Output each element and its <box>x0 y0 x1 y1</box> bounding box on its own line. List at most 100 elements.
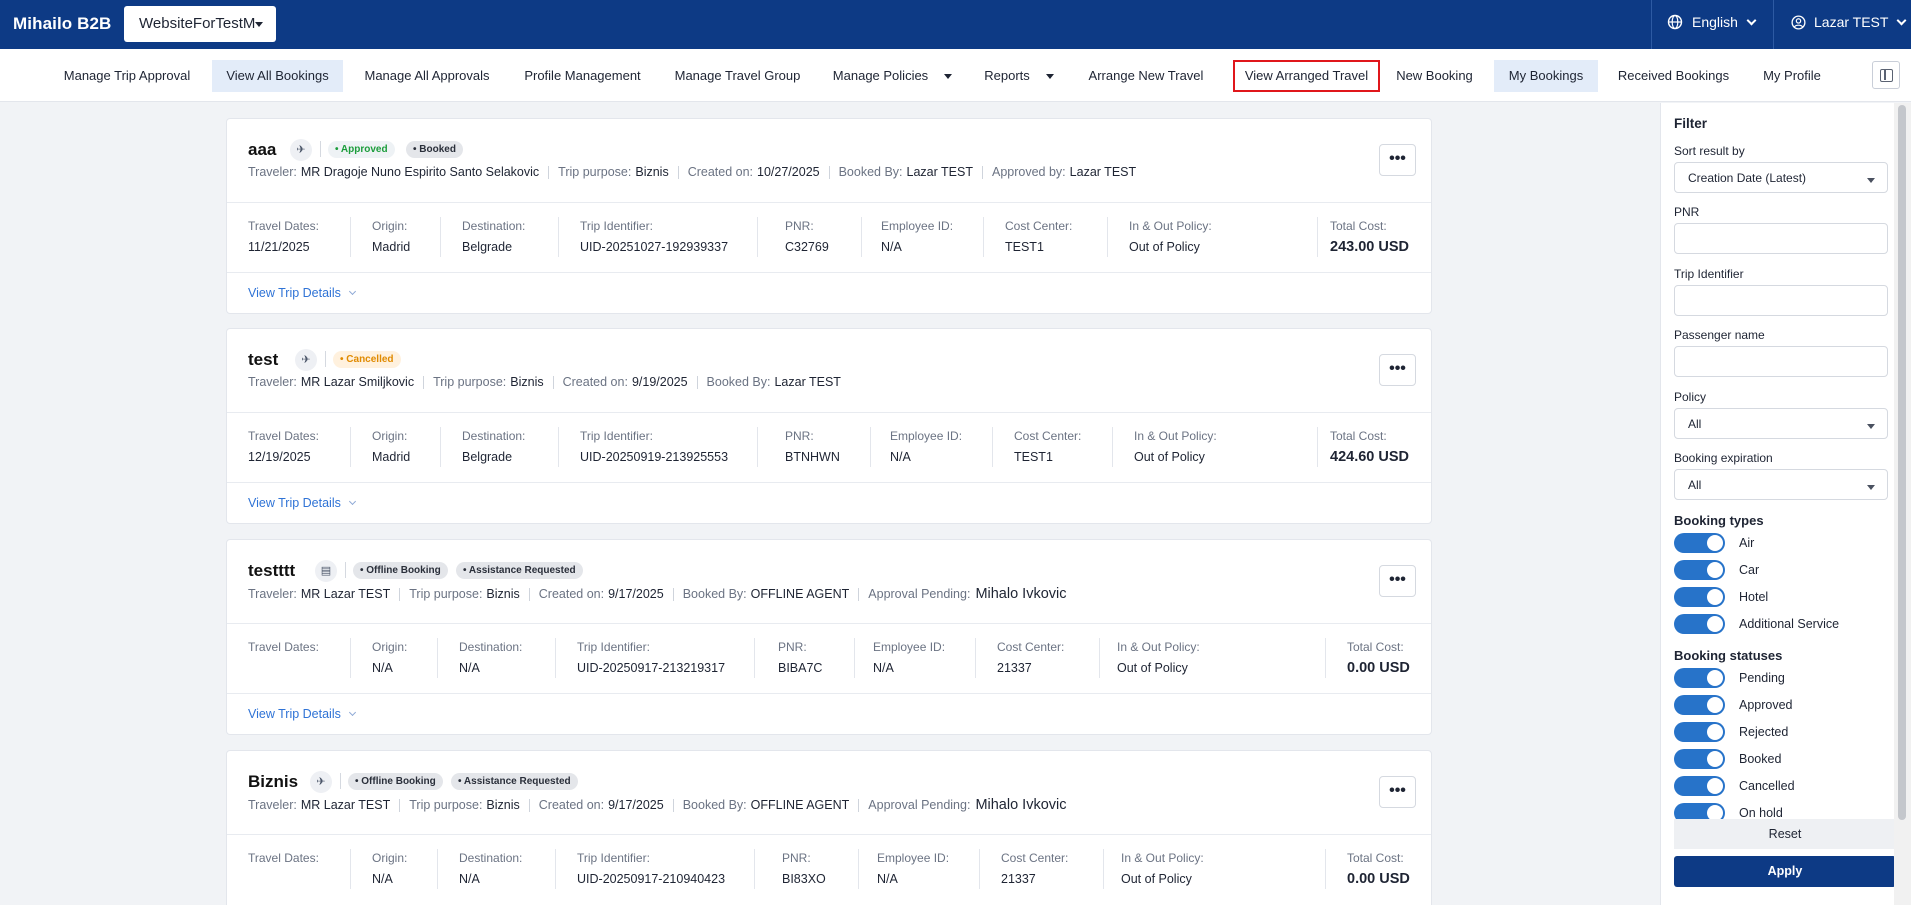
user-menu[interactable]: Lazar TEST <box>1791 14 1907 30</box>
nav-profile-management[interactable]: Profile Management <box>511 60 654 92</box>
user-name: Lazar TEST <box>1814 14 1889 30</box>
nav-view-arranged-travel[interactable]: View Arranged Travel <box>1233 60 1380 92</box>
scrollbar[interactable] <box>1894 103 1911 905</box>
nav-my-bookings[interactable]: My Bookings <box>1494 60 1598 92</box>
employee-id-field: Employee ID: N/A <box>890 429 962 464</box>
booking-title[interactable]: test <box>248 350 278 370</box>
field-value: N/A <box>873 661 894 675</box>
toggle-switch[interactable] <box>1674 776 1725 796</box>
caret-down-icon <box>944 74 953 80</box>
toggle-switch[interactable] <box>1674 560 1725 580</box>
nav-my-profile[interactable]: My Profile <box>1752 60 1832 92</box>
reset-button[interactable]: Reset <box>1674 819 1896 849</box>
more-options-button[interactable]: ••• <box>1379 354 1416 386</box>
sidebar-toggle-button[interactable] <box>1872 61 1900 89</box>
field-value: Out of Policy <box>1134 450 1205 464</box>
toggle-label: Hotel <box>1739 590 1769 604</box>
toggle-label: Booked <box>1739 752 1782 766</box>
view-trip-details-link[interactable]: View Trip Details <box>248 496 356 510</box>
nav-label: New Booking <box>1396 68 1473 83</box>
field-value: UID-20250917-213219317 <box>577 661 726 675</box>
toggle-label: Car <box>1739 563 1760 577</box>
field-value: 12/19/2025 <box>248 450 311 464</box>
brand-logo[interactable]: Mihailo B2B <box>13 14 111 34</box>
booking-card: aaa ✈ • Approved • Booked Traveler: MR Dr… <box>226 118 1432 314</box>
language-selector[interactable]: English <box>1667 14 1757 30</box>
field-value: Belgrade <box>462 240 513 254</box>
policy-select[interactable]: All <box>1674 408 1888 439</box>
toggle-cancelled[interactable]: Cancelled <box>1674 776 1795 796</box>
toggle-hotel[interactable]: Hotel <box>1674 587 1768 607</box>
divider <box>861 217 862 257</box>
nav-view-all-bookings[interactable]: View All Bookings <box>212 60 343 92</box>
toggle-switch[interactable] <box>1674 668 1725 688</box>
booking-expiration-select[interactable]: All <box>1674 469 1888 500</box>
view-trip-details-link[interactable]: View Trip Details <box>248 707 356 721</box>
divider <box>227 412 1431 413</box>
scrollbar-thumb[interactable] <box>1898 105 1906 820</box>
traveler-value: MR Lazar TEST <box>300 587 391 601</box>
nav-reports[interactable]: Reports <box>979 60 1059 92</box>
toggle-booked[interactable]: Booked <box>1674 749 1781 769</box>
booking-title[interactable]: testttt <box>248 561 295 581</box>
field-value: Out of Policy <box>1117 661 1188 675</box>
more-options-button[interactable]: ••• <box>1379 776 1416 808</box>
trip-purpose-label: Trip purpose: <box>409 798 483 812</box>
pnr-input[interactable] <box>1674 223 1888 254</box>
approval-pending-label: Approval Pending: <box>868 798 971 812</box>
toggle-pending[interactable]: Pending <box>1674 668 1785 688</box>
toggle-switch[interactable] <box>1674 533 1725 553</box>
trip-purpose-value: Biznis <box>486 587 520 601</box>
nav-new-booking[interactable]: New Booking <box>1390 60 1479 92</box>
toggle-switch[interactable] <box>1674 722 1725 742</box>
status-badge: • Booked <box>406 141 463 158</box>
more-options-button[interactable]: ••• <box>1379 144 1416 176</box>
toggle-switch[interactable] <box>1674 749 1725 769</box>
field-label: Trip Identifier: <box>580 219 653 233</box>
view-trip-details-link[interactable]: View Trip Details <box>248 286 356 300</box>
user-circle-icon <box>1791 14 1806 30</box>
traveler-value: MR Lazar TEST <box>300 798 391 812</box>
trip-identifier-field: Trip Identifier: UID-20251027-192939337 <box>580 219 728 254</box>
field-value: Madrid <box>372 240 411 254</box>
field-value: Out of Policy <box>1129 240 1200 254</box>
employee-id-field: Employee ID: N/A <box>877 851 949 886</box>
website-selector[interactable]: WebsiteForTestM <box>124 6 276 42</box>
nav-manage-travel-group[interactable]: Manage Travel Group <box>666 60 809 92</box>
toggle-rejected[interactable]: Rejected <box>1674 722 1788 742</box>
divider <box>979 849 980 889</box>
trip-purpose-value: Biznis <box>486 798 520 812</box>
field-label: In & Out Policy: <box>1117 640 1200 654</box>
apply-button[interactable]: Apply <box>1674 856 1896 887</box>
field-label: In & Out Policy: <box>1134 429 1217 443</box>
booked-by-value: Lazar TEST <box>774 375 841 389</box>
caret-down-icon <box>1867 424 1875 429</box>
sort-select[interactable]: Creation Date (Latest) <box>1674 162 1888 193</box>
booking-title[interactable]: Biznis <box>248 772 298 792</box>
destination-field: Destination: Belgrade <box>462 429 525 464</box>
nav-manage-policies[interactable]: Manage Policies <box>823 60 962 92</box>
toggle-switch[interactable] <box>1674 587 1725 607</box>
nav-arrange-new-travel[interactable]: Arrange New Travel <box>1081 60 1211 92</box>
nav-received-bookings[interactable]: Received Bookings <box>1610 60 1737 92</box>
toggle-additional-service[interactable]: Additional Service <box>1674 614 1839 634</box>
toggle-car[interactable]: Car <box>1674 560 1759 580</box>
booking-title[interactable]: aaa <box>248 140 276 160</box>
nav-manage-trip-approval[interactable]: Manage Trip Approval <box>54 60 200 92</box>
booked-by-value: Lazar TEST <box>906 165 973 179</box>
booking-card: test ✈ • Cancelled Traveler: MR Lazar Smi… <box>226 328 1432 524</box>
toggle-switch[interactable] <box>1674 614 1725 634</box>
toggle-switch[interactable] <box>1674 695 1725 715</box>
passenger-name-input[interactable] <box>1674 346 1888 377</box>
filter-title: Filter <box>1674 116 1708 131</box>
toggle-air[interactable]: Air <box>1674 533 1754 553</box>
trip-identifier-input[interactable] <box>1674 285 1888 316</box>
divider <box>558 217 559 257</box>
field-value: UID-20250917-210940423 <box>577 872 726 886</box>
toggle-approved[interactable]: Approved <box>1674 695 1793 715</box>
cost-center-field: Cost Center: 21337 <box>1001 851 1068 886</box>
chevron-down-icon <box>1896 15 1907 25</box>
divider <box>227 482 1431 483</box>
nav-manage-all-approvals[interactable]: Manage All Approvals <box>355 60 499 92</box>
more-options-button[interactable]: ••• <box>1379 565 1416 597</box>
